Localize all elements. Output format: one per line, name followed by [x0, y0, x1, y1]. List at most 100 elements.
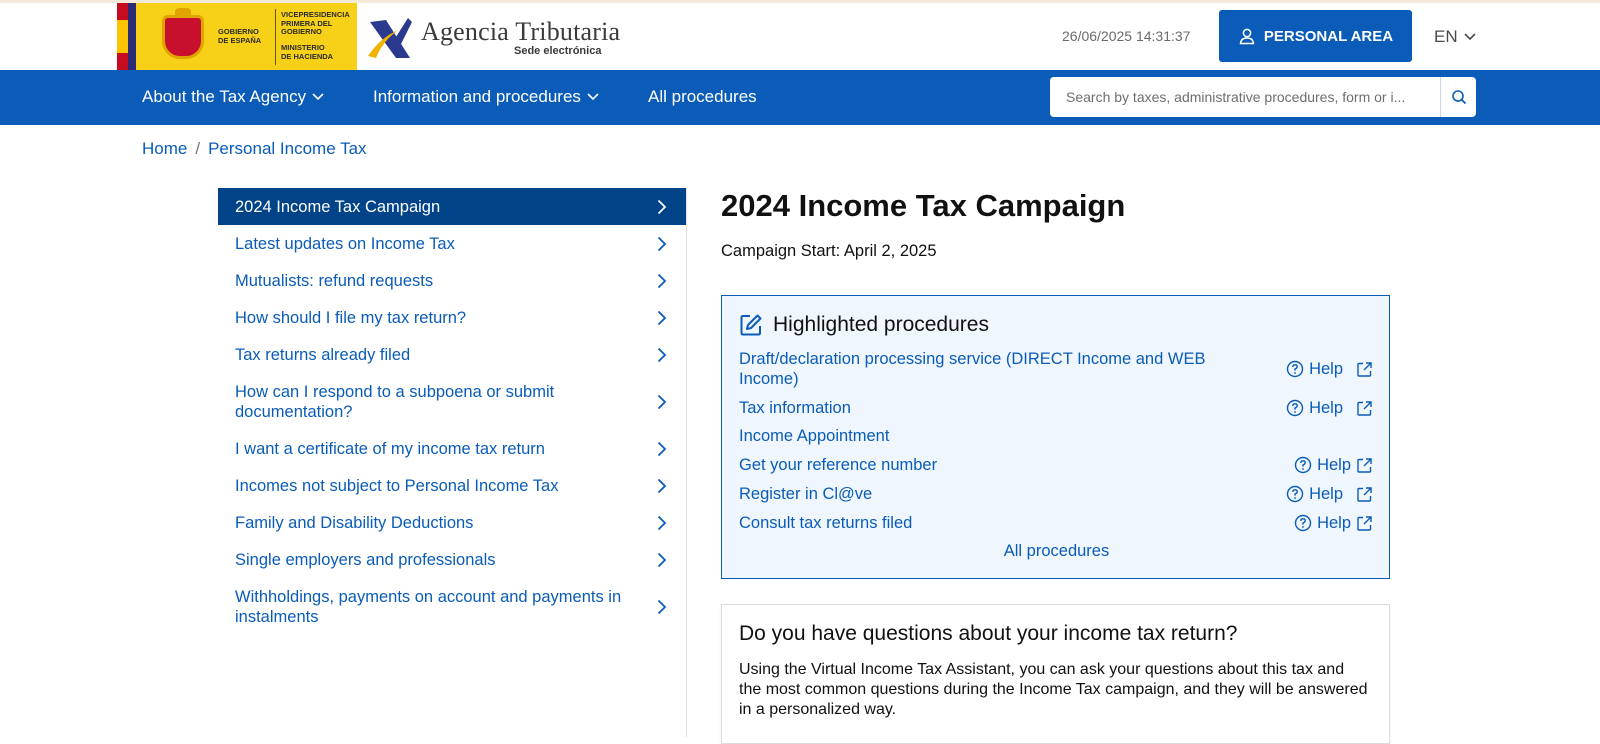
chevron-right-icon — [655, 476, 669, 496]
main-navigation: About the Tax Agency Information and pro… — [0, 70, 1600, 125]
gov-text-1: GOBIERNO DE ESPAÑA — [218, 27, 262, 45]
sidebar-item-label: How should I file my tax return? — [235, 308, 467, 327]
gov-logo-separator — [275, 9, 276, 65]
nav-about-tax-agency[interactable]: About the Tax Agency — [142, 87, 324, 107]
external-link-icon — [1357, 361, 1372, 377]
procedure-row: Tax information Help — [739, 398, 1373, 418]
procedure-link-draft-declaration[interactable]: Draft/declaration processing service (DI… — [739, 349, 1239, 389]
sidebar-item-withholdings[interactable]: Withholdings, payments on account and pa… — [218, 578, 686, 635]
edit-icon — [740, 314, 762, 336]
chevron-right-icon — [655, 345, 669, 365]
sidebar-item-label: I want a certificate of my income tax re… — [235, 439, 545, 458]
search-bar — [1050, 77, 1476, 117]
sidebar-item-label: How can I respond to a subpoena or submi… — [235, 382, 555, 421]
help-circle-icon — [1286, 399, 1304, 417]
campaign-start-date: Campaign Start: April 2, 2025 — [721, 242, 937, 260]
procedure-help-link[interactable]: Help — [1286, 398, 1373, 418]
sidebar-item-incomes-not-subject[interactable]: Incomes not subject to Personal Income T… — [218, 467, 686, 504]
sidebar-item-how-to-file[interactable]: How should I file my tax return? — [218, 299, 686, 336]
sidebar-item-returns-filed[interactable]: Tax returns already filed — [218, 336, 686, 373]
user-icon — [1239, 28, 1255, 45]
external-link-icon — [1357, 486, 1372, 502]
sidebar-item-subpoena[interactable]: How can I respond to a subpoena or submi… — [218, 373, 686, 430]
sidebar-item-mutualists[interactable]: Mutualists: refund requests — [218, 262, 686, 299]
sidebar-item-label: Family and Disability Deductions — [235, 513, 474, 532]
help-label: Help — [1317, 456, 1351, 474]
procedure-link-reference-number[interactable]: Get your reference number — [739, 455, 1239, 475]
sidebar-divider — [686, 188, 687, 737]
agency-logo-icon[interactable] — [368, 12, 413, 60]
procedure-link-consult-returns[interactable]: Consult tax returns filed — [739, 513, 1239, 533]
procedure-help-link[interactable]: Help — [1294, 455, 1373, 475]
help-circle-icon — [1286, 360, 1304, 378]
procedure-row: Income Appointment — [739, 426, 1373, 446]
sidebar-item-single-employers[interactable]: Single employers and professionals — [218, 541, 686, 578]
chevron-down-icon — [312, 93, 324, 101]
highlighted-procedures-panel: Highlighted procedures Draft/declaration… — [721, 295, 1390, 579]
help-circle-icon — [1294, 514, 1312, 532]
chevron-down-icon — [1464, 33, 1476, 41]
nav-item-label: About the Tax Agency — [142, 87, 307, 106]
help-label: Help — [1309, 399, 1343, 417]
procedure-link-tax-information[interactable]: Tax information — [739, 398, 1239, 418]
search-button[interactable] — [1440, 77, 1476, 117]
chevron-right-icon — [655, 597, 669, 617]
procedure-help-link[interactable]: Help — [1286, 484, 1373, 504]
questions-text: Using the Virtual Income Tax Assistant, … — [739, 661, 1368, 718]
highlighted-procedures-title: Highlighted procedures — [773, 313, 989, 336]
breadcrumb: Home / Personal Income Tax — [142, 139, 367, 159]
coat-of-arms-icon — [162, 8, 204, 59]
sidebar-item-family-deductions[interactable]: Family and Disability Deductions — [218, 504, 686, 541]
breadcrumb-separator: / — [195, 139, 201, 158]
site-header: GOBIERNO DE ESPAÑA VICEPRESIDENCIA PRIME… — [0, 3, 1600, 70]
help-circle-icon — [1286, 485, 1304, 503]
procedure-row: Consult tax returns filed Help — [739, 513, 1373, 533]
sidebar-item-label: 2024 Income Tax Campaign — [235, 197, 441, 216]
help-label: Help — [1309, 360, 1343, 378]
sidebar-item-label: Single employers and professionals — [235, 550, 496, 569]
agency-subtitle: Sede electrónica — [514, 45, 602, 57]
procedure-row: Draft/declaration processing service (DI… — [739, 349, 1373, 389]
external-link-icon — [1357, 457, 1372, 473]
sidebar-item-label: Incomes not subject to Personal Income T… — [235, 476, 559, 495]
chevron-right-icon — [655, 550, 669, 570]
chevron-right-icon — [655, 439, 669, 459]
questions-panel: Do you have questions about your income … — [721, 604, 1390, 744]
government-logo[interactable]: GOBIERNO DE ESPAÑA VICEPRESIDENCIA PRIME… — [117, 3, 357, 70]
chevron-right-icon — [655, 271, 669, 291]
chevron-down-icon — [587, 93, 599, 101]
sidebar-menu: 2024 Income Tax Campaign Latest updates … — [218, 188, 686, 635]
gov-text-2: VICEPRESIDENCIA PRIMERA DEL GOBIERNO — [281, 10, 350, 36]
sidebar-item-certificate[interactable]: I want a certificate of my income tax re… — [218, 430, 686, 467]
sidebar-item-label: Latest updates on Income Tax — [235, 234, 455, 253]
sidebar-item-label: Mutualists: refund requests — [235, 271, 434, 290]
agency-name: Agencia Tributaria — [421, 17, 621, 46]
chevron-right-icon — [655, 308, 669, 328]
procedure-row: Get your reference number Help — [739, 455, 1373, 475]
government-logo-panel: GOBIERNO DE ESPAÑA VICEPRESIDENCIA PRIME… — [128, 3, 357, 70]
chevron-right-icon — [655, 234, 669, 254]
search-input[interactable] — [1050, 77, 1440, 117]
page-title: 2024 Income Tax Campaign — [721, 188, 1126, 223]
chevron-right-icon — [655, 197, 669, 217]
help-label: Help — [1309, 485, 1343, 503]
personal-area-button[interactable]: PERSONAL AREA — [1219, 10, 1412, 62]
nav-information-procedures[interactable]: Information and procedures — [373, 87, 599, 107]
procedure-link-register-clave[interactable]: Register in Cl@ve — [739, 484, 1239, 504]
all-procedures-link[interactable]: All procedures — [722, 542, 1391, 561]
nav-all-procedures[interactable]: All procedures — [648, 87, 757, 107]
breadcrumb-personal-income-tax[interactable]: Personal Income Tax — [208, 139, 366, 159]
help-label: Help — [1317, 514, 1351, 532]
procedure-link-income-appointment[interactable]: Income Appointment — [739, 426, 1239, 446]
procedure-help-link[interactable]: Help — [1294, 513, 1373, 533]
sidebar-item-income-tax-campaign[interactable]: 2024 Income Tax Campaign — [218, 188, 686, 225]
sidebar-item-latest-updates[interactable]: Latest updates on Income Tax — [218, 225, 686, 262]
external-link-icon — [1357, 515, 1372, 531]
sidebar-item-label: Withholdings, payments on account and pa… — [235, 587, 622, 626]
gov-text-3: MINISTERIO DE HACIENDA — [281, 43, 334, 61]
procedure-help-link[interactable]: Help — [1286, 349, 1373, 389]
language-selector[interactable]: EN — [1434, 27, 1476, 47]
flag-strip — [117, 3, 128, 70]
breadcrumb-home[interactable]: Home — [142, 139, 187, 159]
chevron-right-icon — [655, 392, 669, 412]
